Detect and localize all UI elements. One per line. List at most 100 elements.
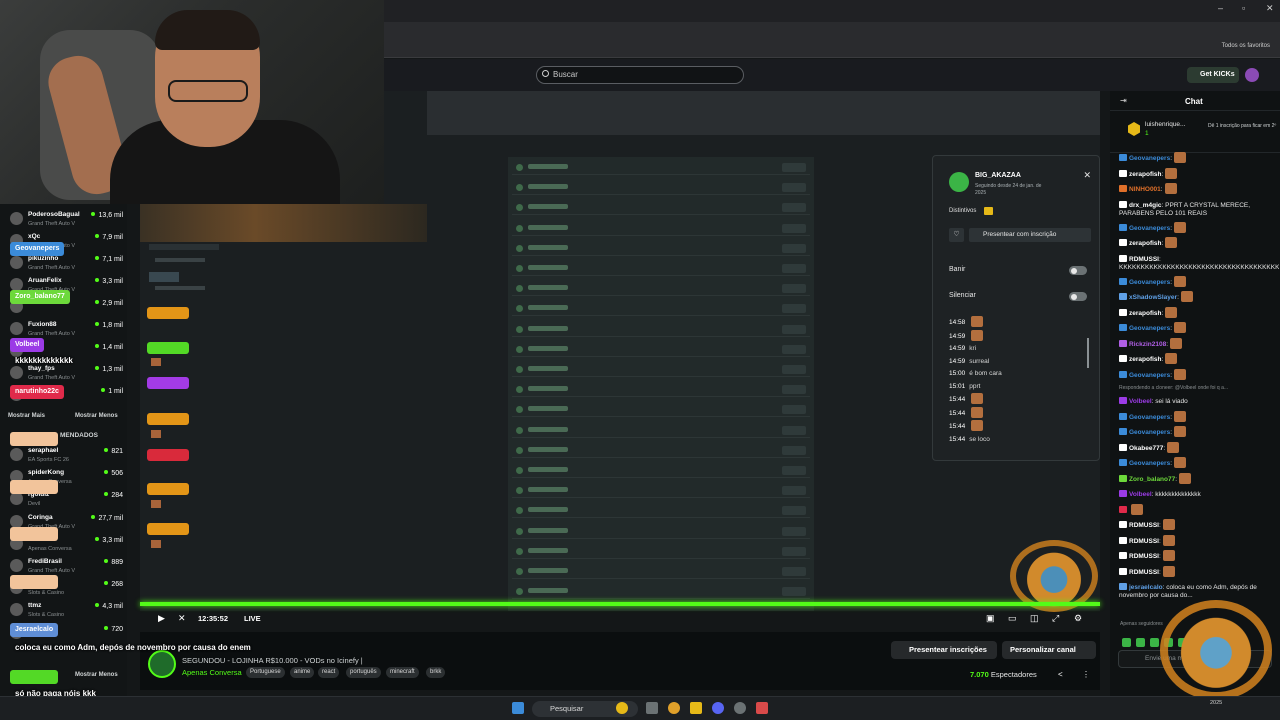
sidebar-channel-item[interactable]: FrediBrasil Grand Theft Auto V 889: [8, 555, 127, 577]
popup-log-time: 15:44: [949, 435, 966, 442]
channel-viewer-count: 7,9 mil: [95, 234, 123, 241]
show-less-link[interactable]: Mostrar Menos: [75, 413, 118, 419]
chat-username[interactable]: RDMUSSI: [1129, 569, 1159, 576]
sidebar-channel-item[interactable]: ttmz Slots & Casino 4,3 mil: [8, 599, 127, 621]
user-badge-icon: [1119, 412, 1127, 420]
chat-username[interactable]: RDMUSSI: [1129, 522, 1159, 529]
user-badge-icon: [1119, 339, 1127, 347]
collapse-chat-icon[interactable]: ⇥: [1120, 96, 1127, 105]
task-view-icon[interactable]: [646, 702, 658, 714]
chat-username[interactable]: NINHO001: [1129, 186, 1161, 193]
chat-username[interactable]: RDMUSSI: [1129, 538, 1159, 545]
chrome-icon[interactable]: [668, 702, 680, 714]
chat-username[interactable]: Rickzin2108: [1129, 341, 1166, 348]
chat-username[interactable]: Geovanepers: [1129, 225, 1170, 232]
chat-username[interactable]: Geovanepers: [1129, 325, 1170, 332]
popup-scrollbar[interactable]: [1087, 338, 1089, 368]
pip-icon[interactable]: ◫: [1030, 613, 1039, 624]
show-more-link[interactable]: Mostrar Mais: [8, 413, 45, 419]
ban-toggle[interactable]: [1069, 266, 1087, 275]
share-icon[interactable]: <: [1058, 670, 1063, 679]
channel-viewer-count: 1,4 mil: [95, 344, 123, 351]
customize-channel-button[interactable]: Personalizar canal: [1002, 641, 1096, 659]
minimize-icon[interactable]: –: [1218, 3, 1223, 13]
file-explorer-icon[interactable]: [690, 702, 702, 714]
app-icon[interactable]: [734, 702, 746, 714]
chat-username[interactable]: Volbeel: [1129, 491, 1152, 498]
play-icon[interactable]: ▶: [158, 613, 165, 624]
all-bookmarks-link[interactable]: Todos os favoritos: [1222, 43, 1270, 49]
follow-heart-icon[interactable]: ♡: [949, 228, 964, 242]
mute-icon[interactable]: ✕: [178, 613, 186, 624]
close-icon[interactable]: ✕: [1083, 170, 1091, 181]
user-badge-icon: [1119, 474, 1127, 482]
mute-toggle[interactable]: [1069, 292, 1087, 301]
maximize-icon[interactable]: ▫: [1242, 3, 1245, 13]
pinned-gift-leaderboard[interactable]: luishenrique... 1 Dê 1 inscrição para fi…: [1110, 113, 1280, 153]
clip-icon[interactable]: ▣: [986, 613, 995, 624]
ban-label: Banir: [949, 266, 966, 273]
app-icon[interactable]: [756, 702, 768, 714]
emote-icon: [1180, 291, 1193, 302]
chat-username[interactable]: Volbeel: [1129, 398, 1152, 405]
fullscreen-icon[interactable]: ⤢: [1052, 613, 1059, 624]
chat-username[interactable]: Zoro_balano77: [1129, 476, 1175, 483]
browser-address-bar[interactable]: [384, 22, 1280, 40]
pinned-sub-count: 1: [1145, 130, 1149, 137]
chat-username[interactable]: RDMUSSI: [1129, 256, 1159, 263]
video-list-row: [512, 403, 810, 418]
channel-avatar[interactable]: [148, 650, 176, 678]
stream-tag[interactable]: minecraft: [386, 667, 419, 678]
chat-username[interactable]: Geovanepers: [1129, 414, 1170, 421]
search-input[interactable]: Buscar: [536, 66, 744, 84]
theater-icon[interactable]: ▭: [1008, 613, 1017, 624]
chat-username[interactable]: zerapofish: [1129, 240, 1162, 247]
more-options-icon[interactable]: ⋮: [1082, 670, 1090, 679]
chat-username[interactable]: Okabee777: [1129, 445, 1163, 452]
popup-log-row: 14:59: [949, 329, 1089, 344]
stream-tag[interactable]: Portuguese: [246, 667, 285, 678]
weather-icon[interactable]: [616, 702, 628, 714]
chat-username[interactable]: zerapofish: [1129, 310, 1162, 317]
gift-subs-button[interactable]: Presentear inscrições: [891, 641, 997, 659]
video-progress-bar[interactable]: [140, 602, 1100, 606]
stream-tag[interactable]: brkk: [426, 667, 446, 678]
chat-username[interactable]: Geovanepers: [1129, 279, 1170, 286]
stream-category-link[interactable]: Apenas Conversa: [182, 668, 242, 677]
sidebar-channel-item[interactable]: PoderosoBagual Grand Theft Auto V 13,6 mil: [8, 208, 127, 230]
sidebar-channel-item[interactable]: thay_fps Grand Theft Auto V 1,3 mil: [8, 362, 127, 384]
user-avatar[interactable]: [1245, 68, 1259, 82]
chat-username[interactable]: Geovanepers: [1129, 155, 1170, 162]
overlay-chat-message: kkkkkkkkkkkkk: [15, 356, 73, 365]
popup-log-message: se loco: [969, 435, 990, 442]
video-list-row: [512, 323, 810, 337]
popup-log-row: 15:44: [949, 420, 1089, 434]
channel-category: Grand Theft Auto V: [28, 221, 75, 227]
windows-start-icon[interactable]: [512, 702, 524, 714]
stream-tag[interactable]: português: [346, 667, 381, 678]
stream-tag[interactable]: anime: [290, 667, 315, 678]
stream-tag[interactable]: react: [318, 667, 340, 678]
chat-username[interactable]: RDMUSSI: [1129, 553, 1159, 560]
chat-username[interactable]: Geovanepers: [1129, 429, 1170, 436]
close-window-icon[interactable]: ✕: [1266, 3, 1274, 14]
chat-message: zerapofish:: [1119, 306, 1279, 322]
sidebar-channel-item[interactable]: seraphael EA Sports FC 26 821: [8, 444, 127, 466]
chat-username[interactable]: xShadowSlayer: [1129, 294, 1177, 301]
chat-username[interactable]: Geovanepers: [1129, 460, 1170, 467]
chat-username[interactable]: Geovanepers: [1129, 372, 1170, 379]
get-kicks-button[interactable]: Get KICKs: [1187, 67, 1239, 83]
channel-viewer-count: 7,1 mil: [95, 256, 123, 263]
popup-log-row: 15:00 é bom cara: [949, 368, 1089, 381]
chat-username[interactable]: zerapofish: [1129, 356, 1162, 363]
sidebar-channel-item[interactable]: Fuxion88 Grand Theft Auto V 1,8 mil: [8, 318, 127, 340]
gift-subscription-button[interactable]: Presentear com inscrição: [969, 228, 1091, 242]
popup-username[interactable]: BIG_AKAZAA: [975, 172, 1021, 179]
settings-gear-icon[interactable]: ⚙: [1074, 613, 1082, 624]
chat-username[interactable]: zerapofish: [1129, 171, 1162, 178]
chat-username[interactable]: jesraelcalo: [1129, 584, 1163, 591]
chat-username[interactable]: drx_m4gic: [1129, 202, 1162, 209]
user-badge-icon: [1119, 254, 1127, 262]
show-less-link[interactable]: Mostrar Menos: [75, 672, 118, 678]
discord-icon[interactable]: [712, 702, 724, 714]
